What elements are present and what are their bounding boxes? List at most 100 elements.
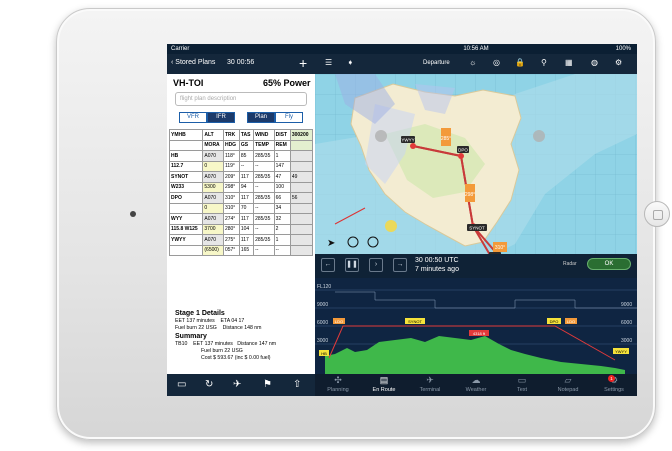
ifr-toggle[interactable]: IFR: [207, 112, 235, 123]
play-icon[interactable]: ›: [369, 258, 383, 272]
table-cell[interactable]: 56: [289, 192, 314, 204]
table-cell[interactable]: [289, 213, 314, 225]
table-cell[interactable]: --: [238, 160, 255, 172]
table-cell[interactable]: [289, 223, 314, 235]
table-cell[interactable]: [168, 202, 204, 214]
table-cell[interactable]: [289, 244, 314, 256]
table-cell[interactable]: 118°: [222, 150, 240, 162]
table-cell[interactable]: 285/35: [253, 150, 275, 162]
table-cell[interactable]: A070: [202, 234, 224, 246]
table-cell[interactable]: 285/35: [253, 234, 275, 246]
waypoint-label[interactable]: SYNOT: [467, 224, 487, 231]
table-cell[interactable]: 32: [273, 213, 291, 225]
step-forward-icon[interactable]: →: [393, 258, 407, 272]
table-cell[interactable]: --: [253, 223, 275, 235]
tab-weather[interactable]: ☁ Weather: [453, 374, 499, 396]
tab-planning[interactable]: ✣ Planning: [315, 374, 361, 396]
table-cell[interactable]: 310°: [222, 192, 240, 204]
table-cell[interactable]: 275°: [222, 234, 240, 246]
plan-mode-toggle[interactable]: Plan: [247, 112, 275, 123]
table-cell[interactable]: 117: [238, 171, 255, 183]
airplane-icon[interactable]: ✈: [233, 379, 241, 390]
table-cell[interactable]: 5300: [202, 181, 224, 193]
table-cell[interactable]: --: [253, 244, 275, 256]
table-cell[interactable]: [289, 150, 314, 162]
table-cell[interactable]: 057°: [222, 244, 240, 256]
table-cell[interactable]: 94: [238, 181, 255, 193]
tab-en-route[interactable]: ▤ En Route: [361, 374, 407, 396]
search-icon[interactable]: ⚲: [541, 58, 547, 67]
table-cell[interactable]: 285/35: [253, 171, 275, 183]
table-cell[interactable]: [289, 202, 314, 214]
tab-notepad[interactable]: ▱ Notepad: [545, 374, 591, 396]
table-cell[interactable]: WYY: [168, 213, 204, 225]
table-cell[interactable]: [168, 244, 204, 256]
tab-terminal[interactable]: ✈ Terminal: [407, 374, 453, 396]
table-cell[interactable]: A070: [202, 171, 224, 183]
table-cell[interactable]: --: [273, 244, 291, 256]
table-cell[interactable]: 104: [238, 223, 255, 235]
table-cell[interactable]: W233: [168, 181, 204, 193]
table-cell[interactable]: 1: [273, 234, 291, 246]
table-cell[interactable]: 209°: [222, 171, 240, 183]
add-plan-button[interactable]: +: [299, 55, 307, 71]
table-cell[interactable]: 115.8 W125: [168, 223, 204, 235]
table-cell[interactable]: --: [253, 160, 275, 172]
map-mode-label[interactable]: Departure: [423, 60, 450, 66]
vertical-profile[interactable]: FL120 9000 6000 3000 9000 6000 3000 LDO …: [315, 278, 637, 374]
table-cell[interactable]: 0: [202, 202, 224, 214]
table-cell[interactable]: 117: [238, 192, 255, 204]
table-cell[interactable]: [289, 234, 314, 246]
table-cell[interactable]: [289, 160, 314, 172]
table-cell[interactable]: 0: [202, 160, 224, 172]
table-cell[interactable]: DPO: [168, 192, 204, 204]
table-cell[interactable]: 34: [273, 202, 291, 214]
gear-icon[interactable]: ⚙: [615, 58, 622, 67]
table-cell[interactable]: 49: [289, 171, 314, 183]
table-cell[interactable]: 85: [238, 150, 255, 162]
table-cell[interactable]: 119°: [222, 160, 240, 172]
lock-icon[interactable]: 🔒: [515, 58, 525, 67]
tab-text[interactable]: ▭ Text: [499, 374, 545, 396]
globe-icon[interactable]: ◍: [591, 58, 598, 67]
home-button[interactable]: [644, 201, 670, 227]
table-cell[interactable]: 147: [273, 160, 291, 172]
lifebuoy-icon[interactable]: ◎: [493, 58, 500, 67]
ok-button[interactable]: OK: [587, 258, 631, 270]
description-input[interactable]: flight plan description: [175, 92, 307, 106]
table-cell[interactable]: HB: [168, 150, 204, 162]
table-cell[interactable]: A070: [202, 192, 224, 204]
table-cell[interactable]: 310°: [222, 202, 240, 214]
table-cell[interactable]: 285/35: [253, 213, 275, 225]
table-cell[interactable]: SYNOT: [168, 171, 204, 183]
brightness-icon[interactable]: ☼: [469, 58, 476, 67]
table-cell[interactable]: 165: [238, 244, 255, 256]
table-cell[interactable]: A070: [202, 150, 224, 162]
table-cell[interactable]: --: [253, 202, 275, 214]
vfr-toggle[interactable]: VFR: [179, 112, 207, 123]
waypoint-label[interactable]: YWYY: [401, 136, 415, 143]
table-cell[interactable]: 285/35: [253, 192, 275, 204]
table-cell[interactable]: (6500): [202, 244, 224, 256]
moving-map[interactable]: YWYYDPOSYNOTHB 285° 298° 310° ➤: [315, 74, 637, 254]
table-cell[interactable]: 280°: [222, 223, 240, 235]
list-icon[interactable]: ☰: [325, 58, 332, 67]
table-cell[interactable]: 2: [273, 223, 291, 235]
north-arrow-icon[interactable]: ➤: [327, 238, 335, 249]
map-icon[interactable]: ▦: [565, 58, 573, 67]
table-cell[interactable]: 66: [273, 192, 291, 204]
fly-mode-toggle[interactable]: Fly: [275, 112, 303, 123]
back-button[interactable]: ‹ Stored Plans: [171, 59, 215, 66]
table-cell[interactable]: 70: [238, 202, 255, 214]
folder-icon[interactable]: ▭: [177, 379, 186, 390]
table-cell[interactable]: 117: [238, 234, 255, 246]
flag-icon[interactable]: ⚑: [263, 379, 272, 390]
step-back-icon[interactable]: ←: [321, 258, 335, 272]
table-cell[interactable]: 3700: [202, 223, 224, 235]
table-cell[interactable]: 47: [273, 171, 291, 183]
table-cell[interactable]: 112.7: [168, 160, 204, 172]
share-icon[interactable]: ⇧: [293, 379, 301, 390]
reverse-icon[interactable]: ↻: [205, 379, 213, 390]
table-cell[interactable]: 117: [238, 213, 255, 225]
table-cell[interactable]: 298°: [222, 181, 240, 193]
